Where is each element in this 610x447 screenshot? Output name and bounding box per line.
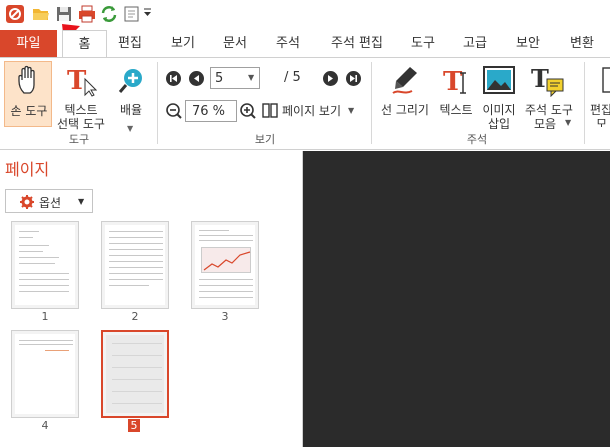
annotation-group-label: 주석 xyxy=(466,133,488,146)
text-annotation-button[interactable]: T 텍스트 xyxy=(436,61,476,127)
page-view-label: 페이지 보기 xyxy=(282,104,342,118)
options-button[interactable]: 옵션 ▼ xyxy=(5,189,93,213)
svg-text:T: T xyxy=(67,66,87,96)
tab-tools[interactable]: 도구 xyxy=(403,30,443,57)
page-view-dropdown[interactable]: 페이지 보기 ▼ xyxy=(262,100,360,122)
thumbnail-chart-icon xyxy=(201,247,251,273)
page-view-chevron-icon: ▼ xyxy=(348,106,355,115)
tab-convert[interactable]: 변환 xyxy=(562,30,602,57)
customize-qa-dropdown[interactable] xyxy=(123,4,153,24)
tab-file[interactable]: 파일 xyxy=(0,30,57,57)
page-total: / 5 xyxy=(284,70,301,85)
page-thumbnail-number: 3 xyxy=(221,310,229,323)
page-thumbnail-number: 2 xyxy=(131,310,139,323)
annotation-tools-chevron-icon: ▼ xyxy=(565,118,572,127)
options-chevron-icon: ▼ xyxy=(78,197,85,206)
draw-line-button[interactable]: 선 그리기 xyxy=(376,61,434,127)
page-number-input[interactable]: 5 ▼ xyxy=(210,67,260,89)
ribbon: 손 도구 T 텍스트 선택 도구 배율 ▼ 도구 5 ▼ / 5 76 % 페이… xyxy=(0,57,610,150)
ribbon-separator xyxy=(584,62,585,144)
pages-panel: 페이지 옵션 ▼ 1 2 3 4 5 xyxy=(0,151,303,447)
page-thumbnail-number: 4 xyxy=(41,419,49,432)
zoom-in-icon[interactable] xyxy=(239,102,257,120)
insert-image-label-2: 삽입 xyxy=(487,117,511,131)
draw-line-label: 선 그리기 xyxy=(381,103,429,117)
tab-view[interactable]: 보기 xyxy=(163,30,203,57)
zoom-percent-input[interactable]: 76 % xyxy=(185,100,237,122)
app-logo-icon xyxy=(5,4,25,24)
annotation-tools-label-2: 모음 xyxy=(533,117,557,131)
page-thumbnail-4[interactable] xyxy=(11,330,79,418)
zoom-out-icon[interactable] xyxy=(165,102,183,120)
text-select-label-2: 선택 도구 xyxy=(57,117,105,131)
tab-annotation[interactable]: 주석 xyxy=(268,30,308,57)
document-canvas[interactable] xyxy=(303,151,610,447)
tab-document[interactable]: 문서 xyxy=(215,30,255,57)
open-folder-icon[interactable] xyxy=(31,4,51,24)
view-group-label: 보기 xyxy=(254,133,276,146)
panel-title: 페이지 xyxy=(5,160,50,179)
ribbon-separator xyxy=(371,62,372,144)
zoom-percent-value: 76 % xyxy=(192,104,226,119)
ribbon-separator xyxy=(157,62,158,144)
tab-security[interactable]: 보안 xyxy=(508,30,548,57)
quick-access-toolbar xyxy=(0,0,610,70)
insert-image-label-1: 이미지 xyxy=(482,103,516,117)
edit-partial-label-2: 모 xyxy=(596,117,608,127)
tab-annotation-edit[interactable]: 주석 편집 xyxy=(323,30,391,57)
page-thumbnail-number-selected: 5 xyxy=(128,419,140,432)
annotation-tools-label-1: 주석 도구 xyxy=(525,103,573,117)
text-select-tool-button[interactable]: T 텍스트 선택 도구 xyxy=(55,61,107,131)
menu-tabs: 파일 홈 편집 보기 문서 주석 주석 편집 도구 고급 보안 변환 xyxy=(0,30,610,58)
tab-advanced[interactable]: 고급 xyxy=(455,30,495,57)
svg-text:T: T xyxy=(531,65,549,93)
zoom-dropdown-button[interactable]: 배율 ▼ xyxy=(112,61,150,133)
previous-page-icon[interactable] xyxy=(189,71,204,86)
first-page-icon[interactable] xyxy=(166,71,181,86)
page-thumbnail-5[interactable] xyxy=(101,330,169,418)
page-thumbnail-number: 1 xyxy=(41,310,49,323)
page-chevron-down-icon[interactable]: ▼ xyxy=(248,73,254,82)
hand-tool-label: 손 도구 xyxy=(10,104,48,118)
edit-partial-button[interactable]: 편집 모 xyxy=(590,61,610,127)
annotation-tools-dropdown[interactable]: T 주석 도구 모음 ▼ xyxy=(521,61,577,131)
options-label: 옵션 xyxy=(39,196,62,210)
page-number-value: 5 xyxy=(215,71,224,86)
text-select-label-1: 텍스트 xyxy=(64,103,98,117)
hand-tool-button[interactable]: 손 도구 xyxy=(4,61,52,127)
text-annotation-label: 텍스트 xyxy=(439,103,473,117)
page-thumbnail-2[interactable] xyxy=(101,221,169,309)
tab-edit[interactable]: 편집 xyxy=(110,30,150,57)
tools-group-label: 도구 xyxy=(68,133,90,146)
last-page-icon[interactable] xyxy=(346,71,361,86)
edit-partial-label-1: 편집 xyxy=(590,103,610,117)
zoom-label: 배율 xyxy=(119,103,143,117)
tab-home[interactable]: 홈 xyxy=(62,30,107,58)
page-thumbnail-3[interactable] xyxy=(191,221,259,309)
page-thumbnail-1[interactable] xyxy=(11,221,79,309)
next-page-icon[interactable] xyxy=(323,71,338,86)
insert-image-button[interactable]: 이미지 삽입 xyxy=(479,61,519,131)
